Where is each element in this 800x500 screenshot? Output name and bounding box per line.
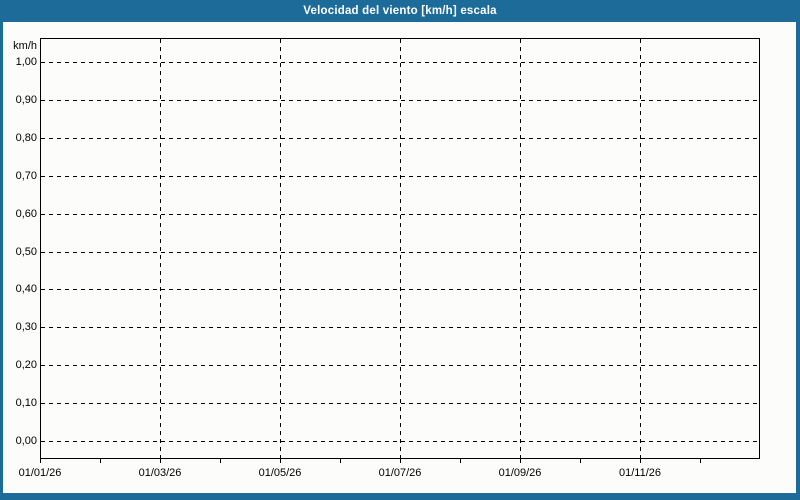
- x-tick: [460, 459, 461, 463]
- x-tick: [340, 459, 341, 463]
- x-gridline: [400, 39, 401, 458]
- x-tick: [220, 459, 221, 463]
- x-tick-label: 01/01/26: [4, 467, 76, 479]
- x-gridline: [640, 39, 641, 458]
- x-gridline: [280, 39, 281, 458]
- x-tick: [100, 459, 101, 463]
- y-tick-label: 0,20: [0, 359, 37, 372]
- y-tick-label: 0,90: [0, 94, 37, 107]
- y-axis-unit-label: km/h: [0, 40, 37, 53]
- y-tick-label: 0,50: [0, 246, 37, 259]
- y-tick-label: 0,60: [0, 208, 37, 221]
- x-tick: [40, 459, 41, 463]
- y-tick-label: 0,70: [0, 170, 37, 183]
- x-tick-label: 01/07/26: [364, 467, 436, 479]
- y-tick-label: 0,00: [0, 435, 37, 448]
- x-tick: [520, 459, 521, 463]
- x-tick-label: 01/05/26: [244, 467, 316, 479]
- y-tick-label: 0,30: [0, 321, 37, 334]
- x-tick: [280, 459, 281, 463]
- x-tick: [640, 459, 641, 463]
- x-gridline: [520, 39, 521, 458]
- y-tick-label: 1,00: [0, 56, 37, 69]
- x-tick: [580, 459, 581, 463]
- plot-area: km/h 1,000,900,800,700,600,500,400,300,2…: [40, 38, 760, 459]
- chart-window: Velocidad del viento [km/h] escala km/h …: [0, 0, 800, 500]
- x-tick: [700, 459, 701, 463]
- y-tick-label: 0,80: [0, 132, 37, 145]
- y-tick-label: 0,10: [0, 397, 37, 410]
- x-tick: [400, 459, 401, 463]
- x-gridline: [160, 39, 161, 458]
- x-tick: [160, 459, 161, 463]
- title-bar: Velocidad del viento [km/h] escala: [0, 0, 800, 22]
- chart-title: Velocidad del viento [km/h] escala: [303, 5, 496, 17]
- chart-canvas: km/h 1,00 0,90 0,80 0,70 0,60 0,50 0,40 0,30 0,2…: [3, 22, 796, 493]
- x-tick-label: 01/03/26: [124, 467, 196, 479]
- x-tick-label: 01/09/26: [484, 467, 556, 479]
- x-tick-label: 01/11/26: [604, 467, 676, 479]
- y-tick-label: 0,40: [0, 283, 37, 296]
